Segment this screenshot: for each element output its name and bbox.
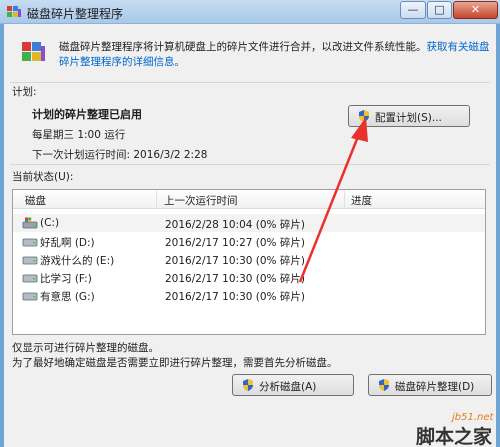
status-section-label: 当前状态(U):: [12, 171, 74, 183]
dialog-body: 磁盘碎片整理程序将计算机硬盘上的碎片文件进行合并，以改进文件系统性能。获取有关磁…: [4, 24, 496, 447]
column-divider: [344, 190, 345, 209]
disk-name: 好乱啊 (D:): [40, 237, 95, 249]
defragment-disk-label: 磁盘碎片整理(D): [395, 381, 475, 393]
window-title: 磁盘碎片整理程序: [27, 7, 124, 21]
intro-text: 磁盘碎片整理程序将计算机硬盘上的碎片文件进行合并，以改进文件系统性能。: [59, 41, 427, 53]
hard-drive-icon: [22, 238, 38, 247]
hard-drive-icon: [22, 256, 38, 265]
note-line-2: 为了最好地确定磁盘是否需要立即进行碎片整理，需要首先分析磁盘。: [12, 357, 338, 369]
disk-last-run: 2016/2/17 10:30 (0% 碎片): [165, 255, 305, 267]
minimize-icon: —: [407, 3, 419, 16]
disk-row-g[interactable]: 有意思 (G:) 2016/2/17 10:30 (0% 碎片): [13, 286, 485, 304]
disk-last-run: 2016/2/28 10:04 (0% 碎片): [165, 219, 305, 231]
defrag-logo-icon: [22, 42, 45, 61]
disk-last-run: 2016/2/17 10:30 (0% 碎片): [165, 291, 305, 303]
uac-shield-icon: [379, 379, 389, 391]
disk-name: (C:): [40, 217, 60, 229]
divider: [10, 82, 490, 83]
disk-last-run: 2016/2/17 10:27 (0% 碎片): [165, 237, 305, 249]
maximize-icon: □: [434, 3, 445, 16]
uac-shield-icon: [359, 110, 369, 122]
disk-row-c[interactable]: (C:) 2016/2/28 10:04 (0% 碎片): [13, 214, 485, 232]
configure-schedule-button[interactable]: 配置计划(S)...: [348, 105, 470, 127]
schedule-next-run: 下一次计划运行时间: 2016/3/2 2:28: [32, 149, 208, 161]
minimize-button[interactable]: —: [400, 1, 426, 19]
close-icon: ✕: [470, 3, 481, 16]
defragment-disk-button[interactable]: 磁盘碎片整理(D): [368, 374, 492, 396]
schedule-status-title: 计划的碎片整理已启用: [32, 108, 142, 121]
watermark-brand: 脚本之家: [416, 426, 493, 447]
intro-description: 磁盘碎片整理程序将计算机硬盘上的碎片文件进行合并，以改进文件系统性能。获取有关磁…: [59, 40, 491, 70]
disk-row-e[interactable]: 游戏什么的 (E:) 2016/2/17 10:30 (0% 碎片): [13, 250, 485, 268]
maximize-button[interactable]: □: [427, 1, 452, 19]
schedule-run-time: 每星期三 1:00 运行: [32, 129, 126, 141]
disk-name: 有意思 (G:): [40, 291, 95, 303]
divider: [10, 164, 490, 165]
disk-list[interactable]: 磁盘 上一次运行时间 进度 (C:) 2016/2/28 10:04 (0% 碎…: [12, 189, 486, 335]
system-drive-icon: [22, 217, 38, 229]
disk-name: 游戏什么的 (E:): [40, 255, 115, 267]
column-header-last-run[interactable]: 上一次运行时间: [164, 193, 238, 208]
disk-row-d[interactable]: 好乱啊 (D:) 2016/2/17 10:27 (0% 碎片): [13, 232, 485, 250]
title-bar: 磁盘碎片整理程序 — □ ✕: [0, 0, 500, 24]
column-header-disk[interactable]: 磁盘: [25, 193, 46, 208]
schedule-section-label: 计划:: [12, 86, 37, 98]
uac-shield-icon: [243, 379, 253, 391]
column-divider: [156, 190, 157, 209]
analyze-disk-label: 分析磁盘(A): [259, 381, 317, 393]
disk-list-header: 磁盘 上一次运行时间 进度: [13, 190, 485, 209]
defrag-app-icon: [7, 6, 21, 17]
disk-row-f[interactable]: 比学习 (F:) 2016/2/17 10:30 (0% 碎片): [13, 268, 485, 286]
column-header-progress[interactable]: 进度: [351, 193, 372, 208]
disk-last-run: 2016/2/17 10:30 (0% 碎片): [165, 273, 305, 285]
close-button[interactable]: ✕: [453, 1, 498, 19]
disk-name: 比学习 (F:): [40, 273, 92, 285]
configure-schedule-label: 配置计划(S)...: [375, 112, 442, 124]
hard-drive-icon: [22, 292, 38, 301]
note-line-1: 仅显示可进行碎片整理的磁盘。: [12, 342, 159, 354]
hard-drive-icon: [22, 274, 38, 283]
analyze-disk-button[interactable]: 分析磁盘(A): [232, 374, 354, 396]
